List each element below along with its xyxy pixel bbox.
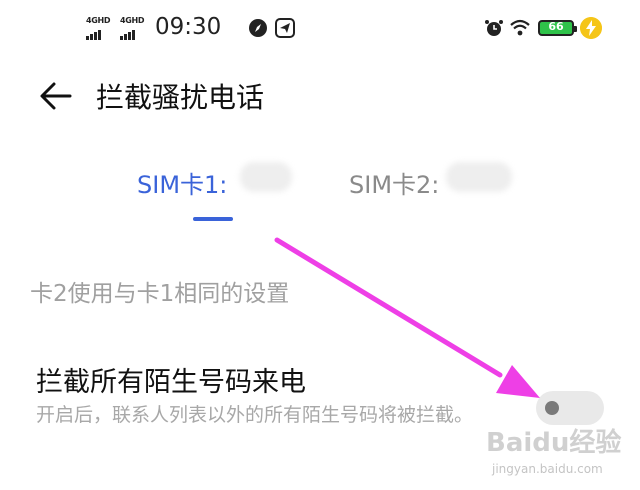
tab-sim2[interactable]: SIM卡2: (349, 165, 439, 200)
battery-icon: 66 (538, 20, 577, 36)
toggle-knob (545, 401, 559, 415)
clock: 09:30 (155, 14, 222, 40)
sim2-same-settings-note: 卡2使用与卡1相同的设置 (30, 281, 290, 307)
charging-icon (580, 17, 602, 39)
title-bar: 拦截骚扰电话 (0, 60, 640, 130)
block-unknown-description: 开启后，联系人列表以外的所有陌生号码将被拦截。 (36, 404, 474, 426)
watermark-url: jingyan.baidu.com (492, 462, 603, 476)
watermark: Baidu经验 jingyan.baidu.com (486, 418, 636, 488)
status-bar: 4GHD 4GHD 09:30 66 (0, 0, 640, 60)
block-unknown-title: 拦截所有陌生号码来电 (36, 367, 306, 398)
tab-sim1[interactable]: SIM卡1: (137, 165, 227, 200)
active-tab-indicator (193, 217, 233, 221)
watermark-logo: Baidu经验 (486, 428, 622, 458)
signal-icon: 4GHD (86, 16, 112, 40)
alarm-icon (485, 20, 503, 36)
signal-icon: 4GHD (120, 16, 146, 40)
battery-level: 66 (548, 20, 564, 33)
telegram-icon (275, 18, 295, 38)
compass-icon (249, 19, 267, 37)
back-arrow-icon[interactable] (38, 78, 74, 114)
wifi-icon (510, 19, 530, 36)
redacted-carrier (446, 162, 512, 192)
page-title: 拦截骚扰电话 (96, 81, 265, 114)
redacted-carrier (240, 162, 292, 192)
